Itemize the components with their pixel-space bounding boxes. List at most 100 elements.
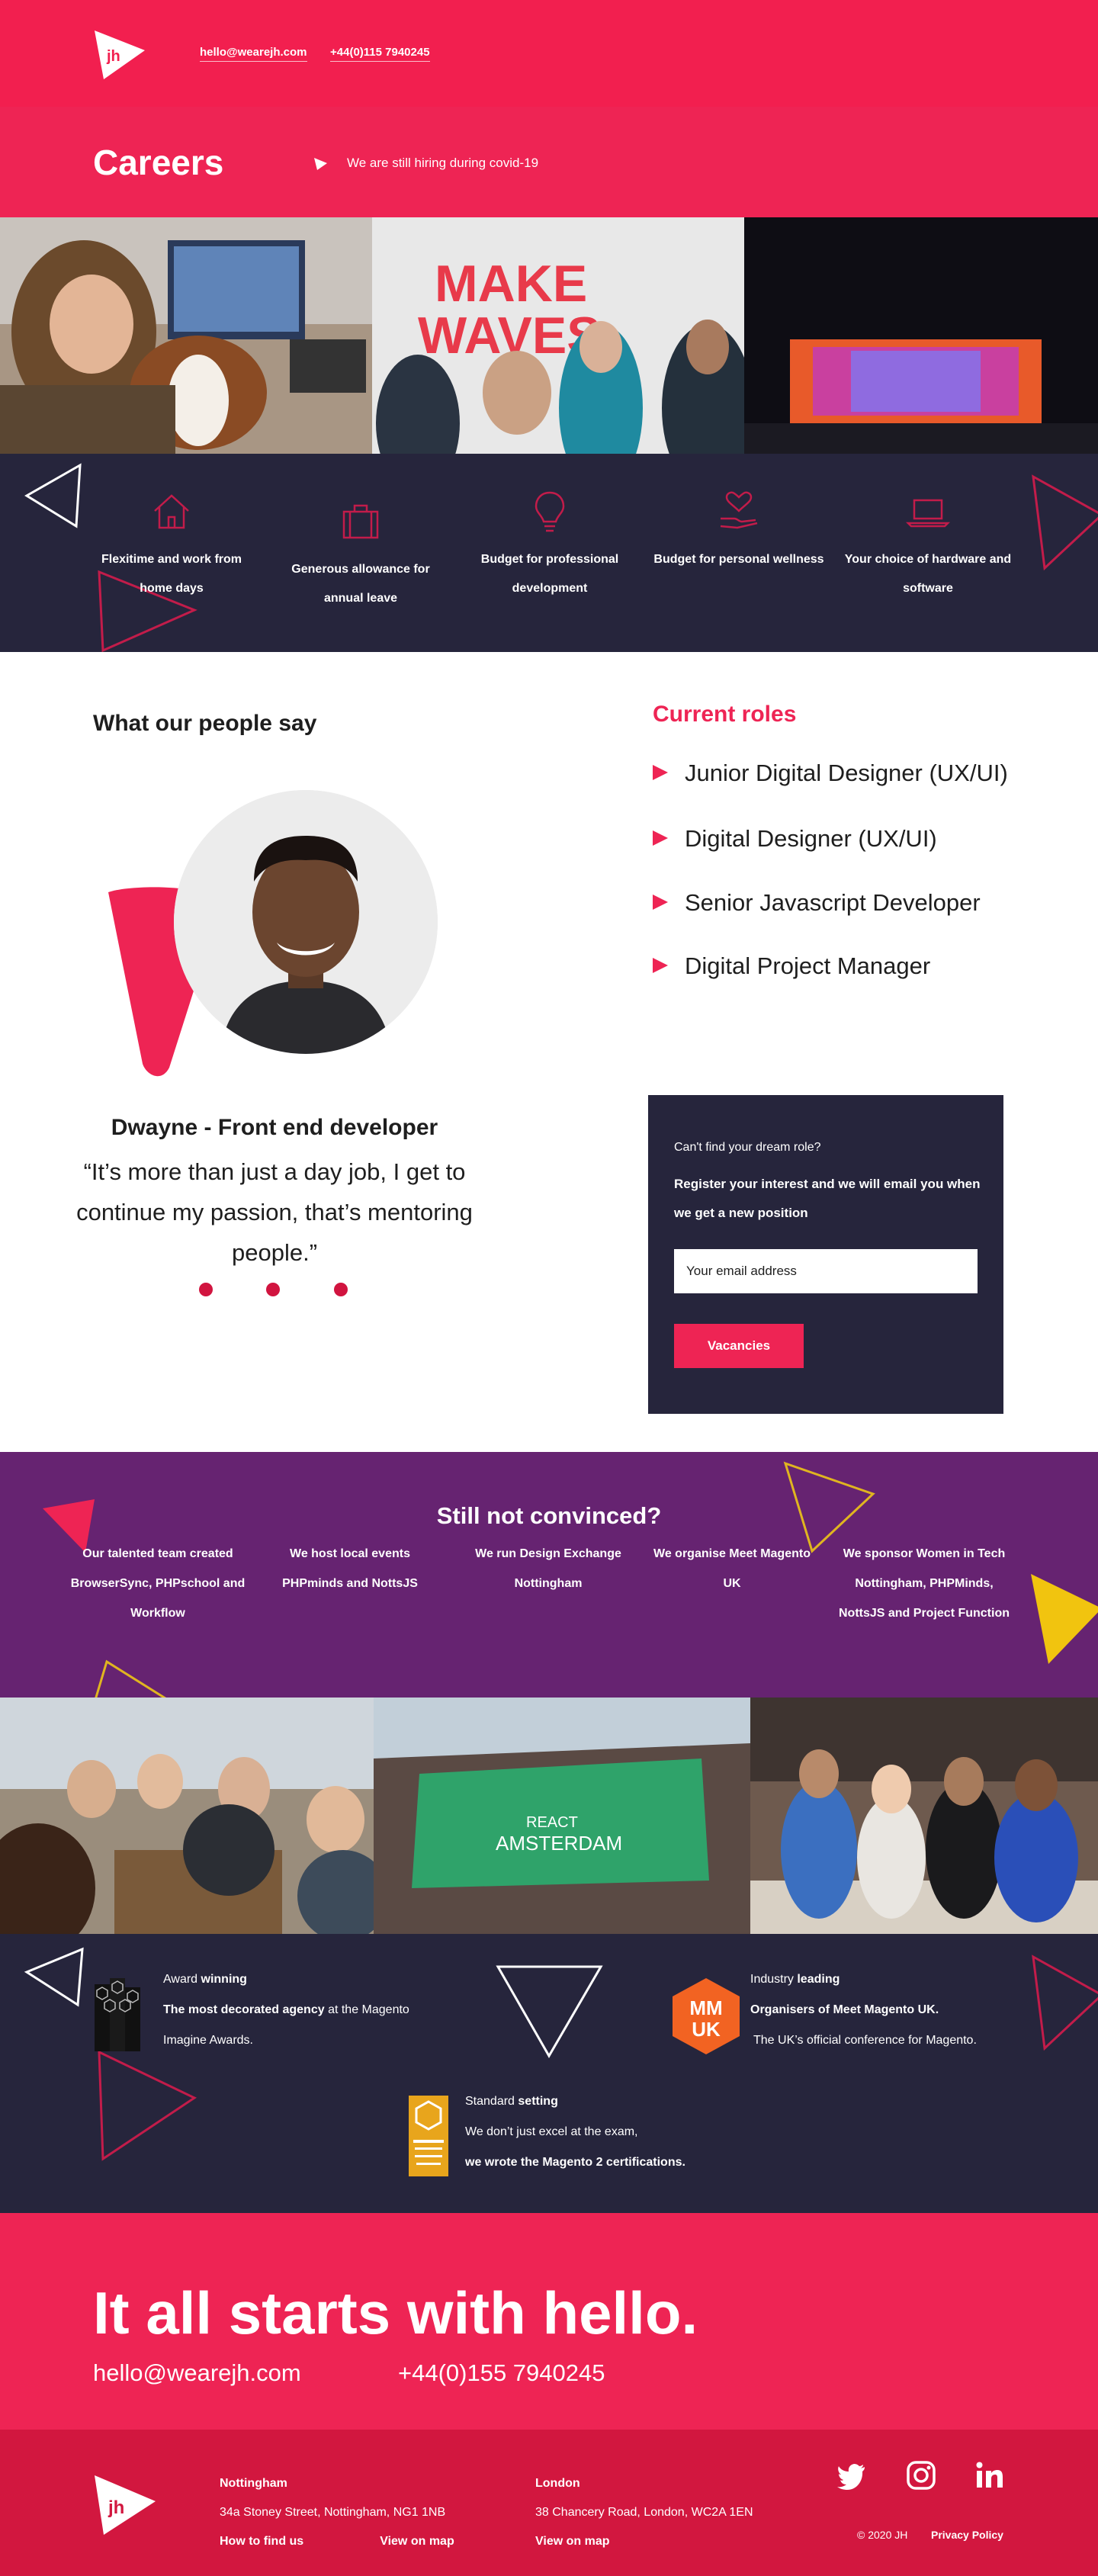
carousel-dot[interactable] <box>199 1283 213 1296</box>
role-label: Digital Designer (UX/UI) <box>685 825 937 852</box>
benefit-item: Flexitime and work from home days <box>84 488 259 603</box>
award-label: Standard <box>465 2095 518 2108</box>
photo-woman-with-dog <box>0 217 372 454</box>
house-icon <box>154 494 189 529</box>
award-headline: we wrote the Magento 2 certifications. <box>465 2156 685 2169</box>
benefit-label: Your choice of hardware and software <box>844 553 1012 595</box>
testimonial-name: Dwayne - Front end developer <box>111 1115 438 1140</box>
fact-item: We organise Meet Magento UK <box>653 1547 811 1590</box>
svg-text:REACT: REACT <box>526 1814 578 1831</box>
award-standard-setting: Standard setting We don’t just excel at … <box>465 2086 685 2178</box>
hello-phone-link[interactable]: +44(0)155 7940245 <box>398 2359 605 2387</box>
page: jh hello@wearejh.com +44(0)115 7940245 C… <box>0 0 1098 2576</box>
header-phone-link[interactable]: +44(0)115 7940245 <box>330 46 430 62</box>
benefit-label: Budget for professional development <box>480 553 619 595</box>
twitter-icon[interactable] <box>837 2460 868 2491</box>
award-headline: Organisers of Meet Magento UK. <box>750 2003 939 2016</box>
outline-triangle-decoration <box>95 1659 167 1698</box>
benefit-label: Generous allowance for annual leave <box>291 563 430 605</box>
laptop-icon <box>905 499 951 528</box>
top-bar: jh hello@wearejh.com +44(0)115 7940245 <box>0 0 1098 107</box>
award-text: at the Magento <box>324 2003 409 2016</box>
role-link[interactable]: Senior Javascript Developer <box>653 889 981 917</box>
still-not-convinced-section: Still not convinced? Our talented team c… <box>0 1452 1098 1698</box>
award-headline: The most decorated agency <box>163 2003 325 2016</box>
yellow-triangle-decoration <box>1031 1574 1098 1664</box>
testimonial-portrait <box>174 790 438 1054</box>
instagram-icon[interactable] <box>906 2460 936 2491</box>
svg-text:jh: jh <box>106 48 120 65</box>
play-triangle-icon <box>314 158 327 170</box>
award-label-bold: winning <box>201 1973 247 1986</box>
role-link[interactable]: Digital Designer (UX/UI) <box>653 825 937 853</box>
footer-office-title: London <box>535 2477 580 2490</box>
arrow-triangle-icon <box>653 957 668 973</box>
award-label: Award <box>163 1973 201 1986</box>
email-field[interactable] <box>674 1249 978 1293</box>
carousel-dot[interactable] <box>266 1283 280 1296</box>
svg-text:MAKE: MAKE <box>435 255 587 313</box>
benefit-item: Budget for professional development <box>462 488 637 603</box>
award-text: We don’t just excel at the exam, <box>465 2125 638 2138</box>
convinced-title: Still not convinced? <box>436 1502 662 1529</box>
view-on-map-link[interactable]: View on map <box>380 2527 454 2556</box>
lightbulb-icon <box>535 491 565 532</box>
role-label: Junior Digital Designer (UX/UI) <box>685 760 1008 786</box>
magento-certified-badge <box>409 2096 448 2176</box>
award-winning: Award winning The most decorated agency … <box>163 1964 409 2056</box>
vacancies-button[interactable]: Vacancies <box>674 1324 804 1368</box>
hello-email-link[interactable]: hello@wearejh.com <box>93 2359 301 2387</box>
award-label-bold: setting <box>518 2095 558 2108</box>
role-label: Digital Project Manager <box>685 952 931 979</box>
outline-triangle-decoration <box>496 1965 603 2059</box>
outline-triangle-decoration <box>1032 1954 1098 2051</box>
role-label: Senior Javascript Developer <box>685 889 981 916</box>
arrow-triangle-icon <box>653 830 668 846</box>
magento-trophy-icon <box>95 1978 140 2051</box>
register-interest-box: Can't find your dream role? Register you… <box>648 1095 1003 1414</box>
awards-section: Award winning The most decorated agency … <box>0 1934 1098 2213</box>
benefit-label: Flexitime and work from home days <box>101 553 242 595</box>
award-text: The UK’s official conference for Magento… <box>753 2034 977 2047</box>
jh-logo[interactable]: jh <box>93 2472 157 2536</box>
outline-triangle-decoration <box>98 2050 197 2161</box>
photo-react-amsterdam: REACT AMSTERDAM <box>374 1698 750 1934</box>
jh-logo[interactable]: jh <box>93 27 146 81</box>
header-email-link[interactable]: hello@wearejh.com <box>200 46 307 62</box>
view-on-map-link[interactable]: View on map <box>535 2527 610 2556</box>
how-to-find-us-link[interactable]: How to find us <box>220 2527 303 2556</box>
photo-team-selfie <box>0 1698 374 1934</box>
award-label-bold: leading <box>797 1973 840 1986</box>
testimonial-section-title: What our people say <box>93 711 317 736</box>
heart-hand-icon <box>720 491 758 529</box>
footer-office-title: Nottingham <box>220 2477 287 2490</box>
privacy-policy-link[interactable]: Privacy Policy <box>931 2529 1003 2541</box>
svg-text:jh: jh <box>108 2497 124 2518</box>
role-link[interactable]: Digital Project Manager <box>653 952 930 980</box>
photo-women-group <box>750 1698 1098 1934</box>
hiring-note: We are still hiring during covid-19 <box>347 156 539 170</box>
copyright: © 2020 JH <box>857 2529 908 2541</box>
outline-triangle-decoration <box>24 463 82 528</box>
svg-text:UK: UK <box>692 2018 721 2041</box>
benefits-section: Flexitime and work from home days Genero… <box>0 454 1098 652</box>
suitcase-icon <box>342 504 379 539</box>
fact-item: We run Design Exchange Nottingham <box>475 1547 621 1590</box>
cta-question: Can't find your dream role? <box>674 1141 821 1154</box>
outline-triangle-decoration <box>24 1947 84 2007</box>
outline-triangle-decoration <box>1032 474 1098 571</box>
linkedin-icon[interactable] <box>974 2460 1005 2491</box>
role-link[interactable]: Junior Digital Designer (UX/UI) <box>653 760 1008 787</box>
award-label: Industry <box>750 1973 798 1986</box>
fact-item: Our talented team created BrowserSync, P… <box>70 1547 246 1620</box>
carousel-dot[interactable] <box>334 1283 348 1296</box>
footer: jh Nottingham 34a Stoney Street, Notting… <box>0 2430 1098 2576</box>
footer-nottingham: Nottingham 34a Stoney Street, Nottingham… <box>220 2469 454 2556</box>
footer-address: 38 Chancery Road, London, WC2A 1EN <box>535 2506 753 2519</box>
svg-text:MM: MM <box>689 1996 722 2019</box>
svg-text:AMSTERDAM: AMSTERDAM <box>496 1832 622 1855</box>
award-industry-leading: Industry leading Organisers of Meet Mage… <box>750 1964 977 2056</box>
benefit-label: Budget for personal wellness <box>653 553 824 566</box>
benefit-item: Budget for personal wellness <box>651 488 827 574</box>
careers-header: Careers We are still hiring during covid… <box>0 107 1098 217</box>
